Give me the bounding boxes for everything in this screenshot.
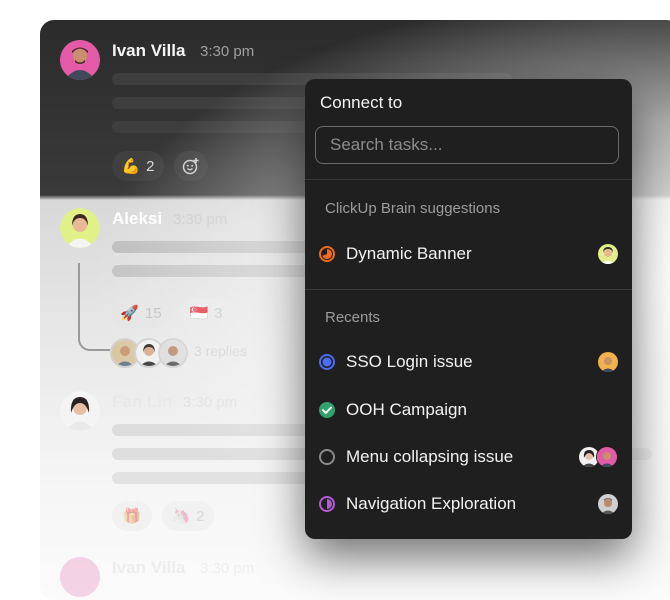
message-time: 3:30 pm [173,211,228,228]
add-reaction-button[interactable] [174,151,208,181]
search-tasks-input[interactable] [315,126,619,164]
message-author[interactable]: Ivan Villa [112,41,185,61]
reaction-chip[interactable]: 🇸🇬 3 [180,298,232,328]
complete-status-icon [319,402,335,418]
assignee-avatar [598,494,618,514]
connect-to-dropdown: Connect to ClickUp Brain suggestions Dyn… [305,79,632,539]
reaction-chip[interactable]: 🦄 2 [162,501,214,531]
dropdown-title: Connect to [320,93,403,112]
section-header-suggestions: ClickUp Brain suggestions [325,200,501,217]
task-item-sso-login-issue[interactable]: SSO Login issue [305,342,632,382]
avatar-ivan[interactable] [60,557,100,597]
assignee-avatar [598,244,618,264]
reaction-count: 3 [214,304,223,322]
in-progress-status-icon [319,246,335,262]
reaction-emoji: 💪 [121,158,141,175]
task-item-menu-collapsing-issue[interactable]: Menu collapsing issue [305,437,632,477]
to-do-status-icon [319,449,335,465]
reply-avatar [158,338,188,368]
assignee-avatar [598,352,618,372]
reaction-count: 15 [145,304,162,322]
reaction-chip[interactable]: 💪 2 [112,151,164,181]
task-item-navigation-exploration[interactable]: Navigation Exploration [305,484,632,524]
thread-connector [78,263,110,351]
reaction-count: 2 [146,157,155,175]
reaction-emoji: 🦄 [171,508,191,525]
task-label: OOH Campaign [346,400,467,419]
reaction-chip[interactable]: 🚀 15 [112,298,170,328]
message-time: 3:30 pm [200,560,255,577]
task-item-dynamic-banner[interactable]: Dynamic Banner [305,234,632,274]
task-item-ooh-campaign[interactable]: OOH Campaign [305,390,632,430]
message-author[interactable]: Ivan Villa [112,558,185,578]
task-label: Dynamic Banner [346,244,472,263]
in-progress-status-icon [319,496,335,512]
section-header-recents: Recents [325,309,381,326]
message-time: 3:30 pm [200,43,255,60]
message-author[interactable]: Fan Lin [112,392,172,412]
reaction-chip[interactable]: 🎁 [112,501,152,531]
in-review-status-icon [319,354,335,370]
thread-replies-meta[interactable]: 3 replies [194,343,247,359]
task-label: Menu collapsing issue [346,447,514,466]
avatar-fan-lin[interactable] [60,391,100,431]
assignee-avatar [596,446,618,468]
avatar-aleksi[interactable] [60,208,100,248]
reaction-emoji: 🇸🇬 [189,305,209,322]
message-author[interactable]: Aleksi [112,209,162,229]
reaction-count: 2 [196,507,205,525]
reaction-emoji: 🚀 [120,305,139,322]
message-time: 3:30 pm [183,394,238,411]
task-label: Navigation Exploration [346,494,517,513]
task-label: SSO Login issue [346,352,473,371]
divider [305,289,632,290]
reaction-emoji: 🎁 [122,508,142,525]
avatar-ivan[interactable] [60,40,100,80]
add-emoji-icon [182,158,199,175]
divider [305,179,632,180]
